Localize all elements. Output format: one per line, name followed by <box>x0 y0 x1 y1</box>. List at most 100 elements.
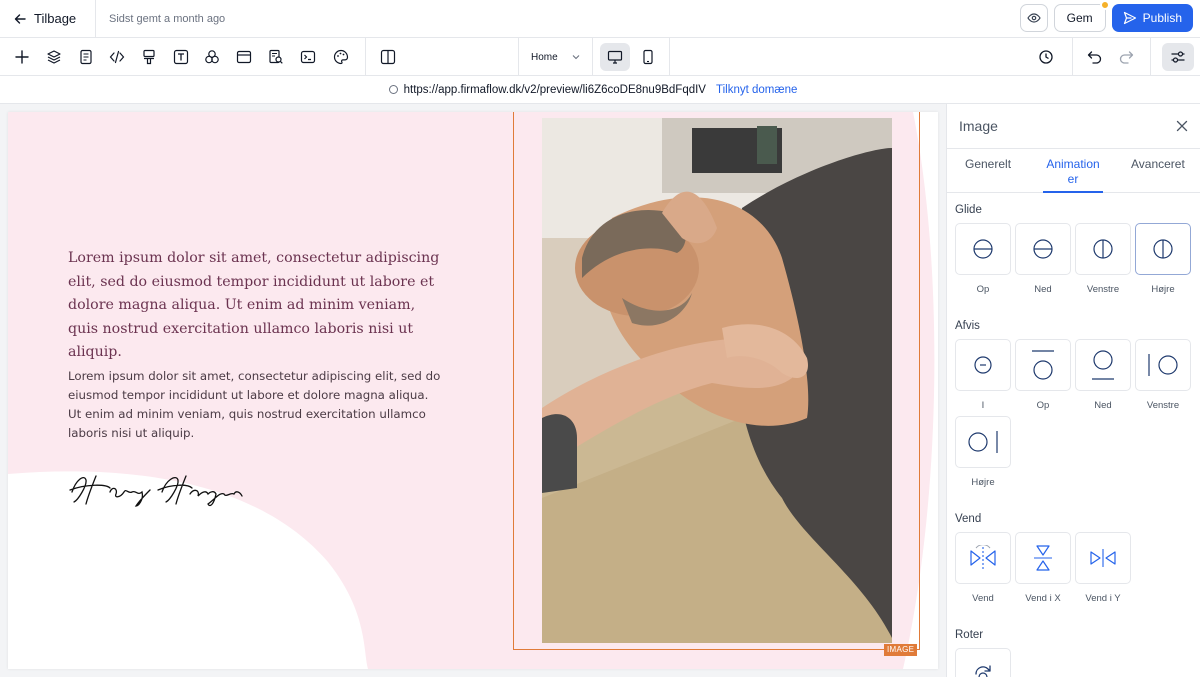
section-roter-label: Roter <box>955 629 984 641</box>
flip-x-icon <box>1034 545 1052 571</box>
code-button[interactable] <box>106 46 128 68</box>
publish-label: Publish <box>1142 11 1182 25</box>
desktop-view-button[interactable] <box>600 43 630 71</box>
save-button[interactable]: Gem <box>1053 0 1110 32</box>
unsaved-indicator <box>1099 0 1110 10</box>
anim-glide-ned[interactable]: Ned <box>1015 223 1071 295</box>
fade-left-icon <box>1148 354 1178 376</box>
pages-button[interactable] <box>75 46 97 68</box>
fade-right-icon <box>968 431 998 453</box>
layout-button[interactable] <box>233 46 255 68</box>
text-icon <box>173 49 189 65</box>
split-view-icon <box>380 49 396 65</box>
active-tab-indicator <box>1043 191 1103 193</box>
lead-paragraph[interactable]: Lorem ipsum dolor sit amet, consectetur … <box>68 247 443 365</box>
history-icon <box>1039 50 1053 64</box>
anim-afvis-ned[interactable]: Ned <box>1075 339 1131 411</box>
panel-title: Image <box>959 118 998 134</box>
save-label: Gem <box>1066 11 1093 25</box>
image-badge: IMAGE <box>884 644 918 656</box>
anim-label: Op <box>976 284 990 295</box>
anim-label: Højre <box>971 477 995 488</box>
redo-icon <box>1119 51 1133 64</box>
send-icon <box>1123 11 1136 25</box>
slide-down-icon <box>1033 239 1053 259</box>
components-icon <box>205 50 219 64</box>
anim-label: Vend i Y <box>1085 593 1121 604</box>
signature-image <box>69 475 243 507</box>
anim-glide-venstre[interactable]: Venstre <box>1075 223 1131 295</box>
add-element-button[interactable] <box>11 46 33 68</box>
publish-button[interactable]: Publish <box>1111 4 1193 32</box>
panel-tabs: Generelt Animation er Avanceret <box>947 149 1200 193</box>
anim-label: Vend <box>972 593 994 604</box>
console-button[interactable] <box>297 46 319 68</box>
anim-label: Venstre <box>1086 284 1120 295</box>
preview-button[interactable] <box>1019 4 1048 32</box>
anim-roter[interactable] <box>955 648 1011 677</box>
chevron-down-icon <box>572 55 580 60</box>
massage-photo[interactable] <box>542 118 892 643</box>
fade-up-icon <box>1032 350 1054 380</box>
photo-illustration <box>542 118 892 643</box>
back-button[interactable]: Tilbage <box>0 0 96 38</box>
layers-button[interactable] <box>43 46 65 68</box>
anim-glide-op[interactable]: Op <box>955 223 1011 295</box>
components-button[interactable] <box>201 46 223 68</box>
tab-animationer-line2: er <box>1067 172 1079 186</box>
preview-url[interactable]: https://app.firmaflow.dk/v2/preview/li6Z… <box>404 84 706 96</box>
phone-icon <box>643 49 653 65</box>
split-view-button[interactable] <box>377 46 399 68</box>
undo-button[interactable] <box>1083 46 1105 68</box>
tab-generelt[interactable]: Generelt <box>965 157 1011 172</box>
page-icon <box>80 49 92 65</box>
layout-icon <box>236 50 252 64</box>
page-select[interactable]: Home <box>518 38 593 76</box>
history-button[interactable] <box>1035 46 1057 68</box>
anim-label: Venstre <box>1146 400 1180 411</box>
anim-label: Vend i X <box>1025 593 1061 604</box>
anim-vend-y[interactable]: Vend i Y <box>1075 532 1131 604</box>
seo-button[interactable] <box>265 46 287 68</box>
anim-glide-hojre[interactable]: Højre <box>1135 223 1191 295</box>
preview-url-bar: https://app.firmaflow.dk/v2/preview/li6Z… <box>0 76 1200 104</box>
anim-afvis-venstre[interactable]: Venstre <box>1135 339 1191 411</box>
connect-domain-link[interactable]: Tilknyt domæne <box>716 84 797 96</box>
anim-afvis-op[interactable]: Op <box>1015 339 1071 411</box>
page-select-value: Home <box>531 51 558 63</box>
fade-in-icon <box>974 356 992 374</box>
terminal-icon <box>300 50 316 64</box>
body-paragraph[interactable]: Lorem ipsum dolor sit amet, consectetur … <box>68 367 443 443</box>
code-icon <box>109 50 125 64</box>
properties-panel: Image Generelt Animation er Avanceret Gl… <box>946 104 1200 677</box>
slide-up-icon <box>973 239 993 259</box>
styles-button[interactable] <box>138 46 160 68</box>
back-label: Tilbage <box>34 11 77 26</box>
anim-vend-x[interactable]: Vend i X <box>1015 532 1071 604</box>
toolbar-divider <box>1150 38 1151 76</box>
tab-avanceret[interactable]: Avanceret <box>1131 157 1185 172</box>
editor-toolbar: Home <box>0 38 1200 76</box>
top-bar: Tilbage Sidst gemt a month ago Gem Publi… <box>0 0 1200 38</box>
saved-status: Sidst gemt a month ago <box>109 12 226 25</box>
theme-button[interactable] <box>330 46 352 68</box>
anim-afvis-i[interactable]: I <box>955 339 1011 411</box>
tab-animationer[interactable]: Animation er <box>1045 157 1101 187</box>
eye-icon <box>1026 13 1041 23</box>
undo-icon <box>1087 51 1101 64</box>
close-icon[interactable] <box>1176 120 1188 132</box>
mobile-view-button[interactable] <box>633 43 663 71</box>
anim-label: Ned <box>1034 284 1052 295</box>
settings-panel-button[interactable] <box>1162 43 1194 71</box>
anim-label: Op <box>1036 400 1050 411</box>
toolbar-divider <box>365 38 366 76</box>
text-button[interactable] <box>170 46 192 68</box>
anim-vend[interactable]: Vend <box>955 532 1011 604</box>
seo-icon <box>269 49 283 64</box>
slide-left-icon <box>1093 239 1113 259</box>
anim-afvis-hojre[interactable]: Højre <box>955 416 1011 488</box>
arrow-left-icon <box>14 13 26 24</box>
plus-icon <box>15 50 29 64</box>
toolbar-divider <box>669 38 670 76</box>
redo-button[interactable] <box>1115 46 1137 68</box>
